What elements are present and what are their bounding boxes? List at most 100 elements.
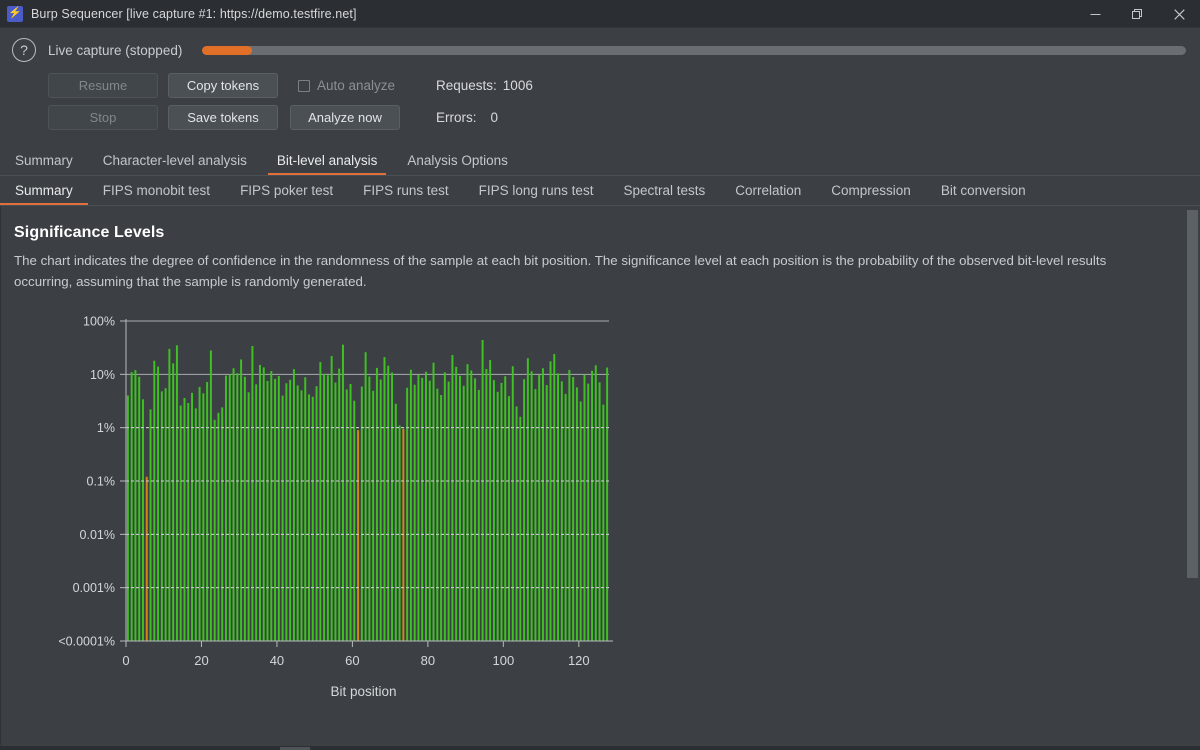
chart-bar — [440, 394, 443, 641]
chart-bar — [326, 375, 329, 641]
chart-bar — [157, 366, 160, 641]
chart-bar — [387, 365, 390, 641]
chart-bar — [315, 386, 318, 641]
tab-bit-level-analysis[interactable]: Bit-level analysis — [262, 145, 393, 175]
chart-bar — [583, 374, 586, 641]
chart-bar — [425, 371, 427, 641]
chart-bar — [549, 361, 552, 641]
subtab-bit-conversion[interactable]: Bit conversion — [926, 175, 1041, 205]
chart-bar — [172, 363, 175, 641]
chart-bar — [606, 367, 609, 641]
chart-bar — [372, 390, 375, 641]
chart-bar — [511, 366, 514, 641]
subtab-correlation[interactable]: Correlation — [720, 175, 816, 205]
chart-bar — [357, 430, 360, 641]
chart-bar — [209, 350, 212, 641]
chart-bar — [553, 354, 556, 641]
subtab-fips-long-runs-test[interactable]: FIPS long runs test — [464, 175, 609, 205]
y-axis-tick-label: 0.001% — [73, 581, 115, 595]
chart-bar — [142, 399, 144, 641]
chart-bar — [308, 394, 310, 641]
chart-bar — [277, 376, 280, 641]
capture-status-label: Live capture (stopped) — [48, 42, 183, 58]
subtab-spectral-tests[interactable]: Spectral tests — [608, 175, 720, 205]
auto-analyze-checkbox-wrap[interactable]: Auto analyze — [288, 78, 400, 93]
chart-bar — [560, 381, 563, 641]
chart-bar — [338, 368, 341, 641]
y-axis-tick-label: 0.01% — [80, 528, 115, 542]
chart-bar — [417, 374, 420, 641]
chart-bar — [289, 379, 292, 641]
subtab-fips-poker-test[interactable]: FIPS poker test — [225, 175, 348, 205]
subtab-summary[interactable]: Summary — [0, 175, 88, 205]
tab-label: Spectral tests — [623, 182, 706, 198]
chart-bar — [383, 357, 386, 641]
chart-bar — [406, 387, 409, 641]
chart-bar — [368, 376, 371, 641]
stop-button[interactable]: Stop — [48, 105, 158, 130]
resume-button[interactable]: Resume — [48, 73, 158, 98]
chart-bar — [149, 409, 152, 641]
tab-analysis-options[interactable]: Analysis Options — [392, 145, 523, 175]
chart-bar — [304, 377, 307, 641]
chart-bar — [270, 371, 273, 641]
chart-bar — [534, 389, 537, 641]
requests-stat: Requests: 1006 — [410, 78, 533, 93]
y-axis-tick-label: 0.1% — [87, 475, 116, 489]
chart-svg: 100% 10% 1% 0.1% 0.01% 0.001% <0.0001% 0 20 40 60 8… — [58, 315, 613, 699]
x-axis-tick-label: 120 — [568, 653, 590, 668]
tab-label: FIPS poker test — [240, 182, 334, 198]
x-axis-tick-label: 20 — [194, 653, 208, 668]
tab-character-level-analysis[interactable]: Character-level analysis — [88, 145, 262, 175]
toolbar-button-grid: Resume Copy tokens Auto analyze Requests… — [48, 73, 533, 130]
subtab-fips-monobit-test[interactable]: FIPS monobit test — [88, 175, 225, 205]
chart-bar — [225, 375, 227, 641]
chart-bar — [251, 345, 254, 641]
chart-bar — [545, 385, 548, 641]
capture-status-row: ? Live capture (stopped) — [0, 28, 1200, 62]
chart-bar — [330, 356, 333, 641]
chart-bar — [568, 369, 571, 641]
copy-tokens-button[interactable]: Copy tokens — [168, 73, 278, 98]
chart-bar — [496, 391, 499, 641]
close-icon[interactable] — [1158, 0, 1200, 28]
chart-bar — [319, 362, 322, 641]
chart-bar — [587, 383, 590, 641]
save-tokens-button[interactable]: Save tokens — [168, 105, 278, 130]
chart-bar — [474, 378, 477, 641]
chart-bar — [526, 358, 529, 641]
chart-bar — [492, 380, 495, 641]
chart-bar — [591, 370, 593, 641]
chart-bar — [240, 359, 243, 641]
requests-value: 1006 — [502, 78, 533, 93]
chart-bar — [126, 395, 129, 641]
chart-bar — [183, 398, 186, 641]
tab-label: FIPS long runs test — [478, 182, 594, 198]
x-axis-title: Bit position — [330, 684, 396, 699]
panel-description: The chart indicates the degree of confid… — [14, 253, 1107, 289]
chart-bar — [451, 355, 454, 641]
subtab-compression[interactable]: Compression — [816, 175, 926, 205]
chart-bar — [323, 373, 326, 641]
tab-summary[interactable]: Summary — [0, 145, 88, 175]
restore-icon[interactable] — [1116, 0, 1158, 28]
help-icon[interactable]: ? — [12, 38, 36, 62]
chart-bar — [262, 367, 265, 641]
y-axis-tick-label: 1% — [97, 421, 115, 435]
chart-bar — [187, 403, 190, 641]
content-scrollbar-thumb[interactable] — [1187, 210, 1198, 578]
chart-bar — [221, 407, 224, 641]
chart-bar — [602, 404, 605, 641]
auto-analyze-checkbox[interactable] — [298, 79, 310, 92]
tab-label: Analysis Options — [407, 152, 508, 168]
chart-bar — [504, 376, 507, 641]
analyze-now-button[interactable]: Analyze now — [290, 105, 400, 130]
chart-bar — [198, 386, 201, 641]
content-scrollbar[interactable] — [1187, 206, 1198, 745]
y-axis-tick-label: 100% — [83, 315, 115, 329]
x-axis-tick-label: 0 — [122, 653, 129, 668]
chart-bar — [228, 374, 231, 641]
subtab-fips-runs-test[interactable]: FIPS runs test — [348, 175, 464, 205]
minimize-icon[interactable] — [1074, 0, 1116, 28]
x-axis-tick-label: 40 — [270, 653, 284, 668]
